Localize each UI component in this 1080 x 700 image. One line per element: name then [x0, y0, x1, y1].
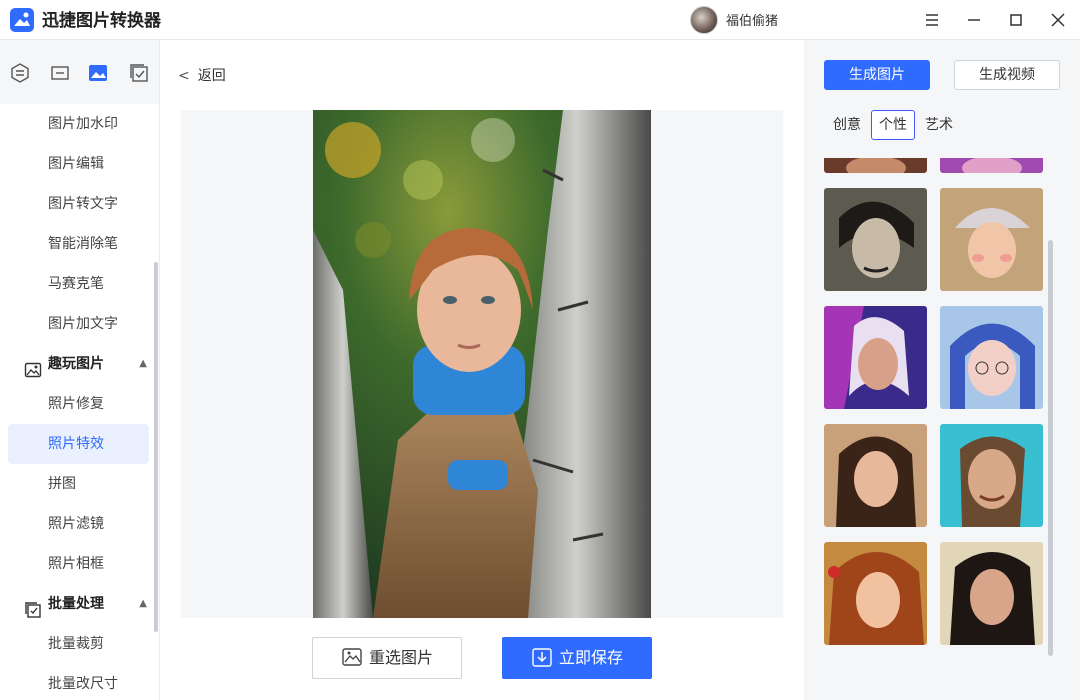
app-logo-icon — [10, 8, 34, 32]
style-thumb[interactable] — [824, 158, 927, 173]
sidebar-item-watermark[interactable]: 图片加水印 — [8, 104, 149, 144]
hamburger-icon[interactable] — [922, 10, 942, 30]
back-button[interactable]: < 返回 — [178, 64, 226, 88]
chevron-left-icon: < — [178, 68, 190, 84]
convert-icon[interactable] — [9, 62, 31, 84]
sidebar-scrollbar[interactable] — [154, 262, 158, 632]
save-label: 立即保存 — [558, 648, 623, 667]
sidebar-item-mosaic[interactable]: 马赛克笔 — [8, 264, 149, 304]
back-label: 返回 — [197, 68, 226, 84]
reselect-image-icon — [341, 643, 363, 666]
sidebar: 图片加水印 图片编辑 图片转文字 智能消除笔 马赛克笔 图片加文字 趣玩图片 ▲… — [0, 40, 160, 700]
chevron-up-icon[interactable]: ▲ — [139, 344, 147, 384]
resize-icon[interactable] — [49, 62, 71, 84]
app-title: 迅捷图片转换器 — [42, 11, 161, 31]
tab-personality[interactable]: 个性 — [871, 110, 915, 140]
style-thumb[interactable] — [824, 306, 927, 409]
style-grid — [804, 158, 1080, 650]
sidebar-item-frames[interactable]: 照片相框 — [8, 544, 149, 584]
image-icon[interactable] — [87, 62, 109, 84]
avatar[interactable] — [690, 6, 718, 34]
username[interactable]: 福伯偷猪 — [726, 10, 778, 29]
sidebar-item-edit[interactable]: 图片编辑 — [8, 144, 149, 184]
sidebar-tabs — [0, 40, 159, 104]
group-batch[interactable]: 批量处理 ▲ — [8, 584, 149, 624]
style-thumb[interactable] — [940, 424, 1043, 527]
sidebar-item-add-text[interactable]: 图片加文字 — [8, 304, 149, 344]
style-thumb[interactable] — [824, 424, 927, 527]
group-fun-label: 趣玩图片 — [48, 356, 104, 372]
chevron-up-icon[interactable]: ▲ — [139, 584, 147, 624]
batch-icon[interactable] — [128, 62, 150, 84]
reselect-label: 重选图片 — [368, 648, 433, 667]
sidebar-item-ocr[interactable]: 图片转文字 — [8, 184, 149, 224]
sidebar-item-batch-crop[interactable]: 批量裁剪 — [8, 624, 149, 664]
minimize-icon[interactable] — [964, 10, 984, 30]
sidebar-item-collage[interactable]: 拼图 — [8, 464, 149, 504]
style-thumb[interactable] — [824, 188, 927, 291]
right-scrollbar[interactable] — [1048, 240, 1053, 656]
sidebar-item-photo-repair[interactable]: 照片修复 — [8, 384, 149, 424]
save-button[interactable]: 立即保存 — [502, 637, 652, 679]
tab-art[interactable]: 艺术 — [920, 110, 958, 140]
close-icon[interactable] — [1048, 10, 1068, 30]
group-fun-images[interactable]: 趣玩图片 ▲ — [8, 344, 149, 384]
style-thumb[interactable] — [940, 188, 1043, 291]
generate-image-button[interactable]: 生成图片 — [824, 60, 930, 90]
style-thumb[interactable] — [940, 158, 1043, 173]
download-icon — [531, 643, 553, 667]
style-thumb[interactable] — [940, 306, 1043, 409]
right-panel: 生成图片 生成视频 创意 个性 艺术 — [804, 40, 1080, 700]
fun-image-icon — [24, 355, 42, 378]
preview-photo — [313, 110, 651, 618]
maximize-icon[interactable] — [1006, 10, 1026, 30]
sidebar-item-filters[interactable]: 照片滤镜 — [8, 504, 149, 544]
reselect-image-button[interactable]: 重选图片 — [312, 637, 462, 679]
sidebar-item-photo-effects[interactable]: 照片特效 — [8, 424, 149, 464]
batch-check-icon — [24, 595, 42, 618]
image-preview — [181, 110, 783, 618]
group-batch-label: 批量处理 — [48, 596, 104, 612]
sidebar-item-eraser[interactable]: 智能消除笔 — [8, 224, 149, 264]
main-content: < 返回 重选图片 立即保存 — [160, 40, 804, 700]
title-bar: 迅捷图片转换器 福伯偷猪 — [0, 0, 1080, 40]
style-thumb[interactable] — [940, 542, 1043, 645]
generate-video-button[interactable]: 生成视频 — [954, 60, 1060, 90]
style-thumb[interactable] — [824, 542, 927, 645]
tab-creative[interactable]: 创意 — [828, 110, 866, 140]
sidebar-item-batch-resize[interactable]: 批量改尺寸 — [8, 664, 149, 700]
